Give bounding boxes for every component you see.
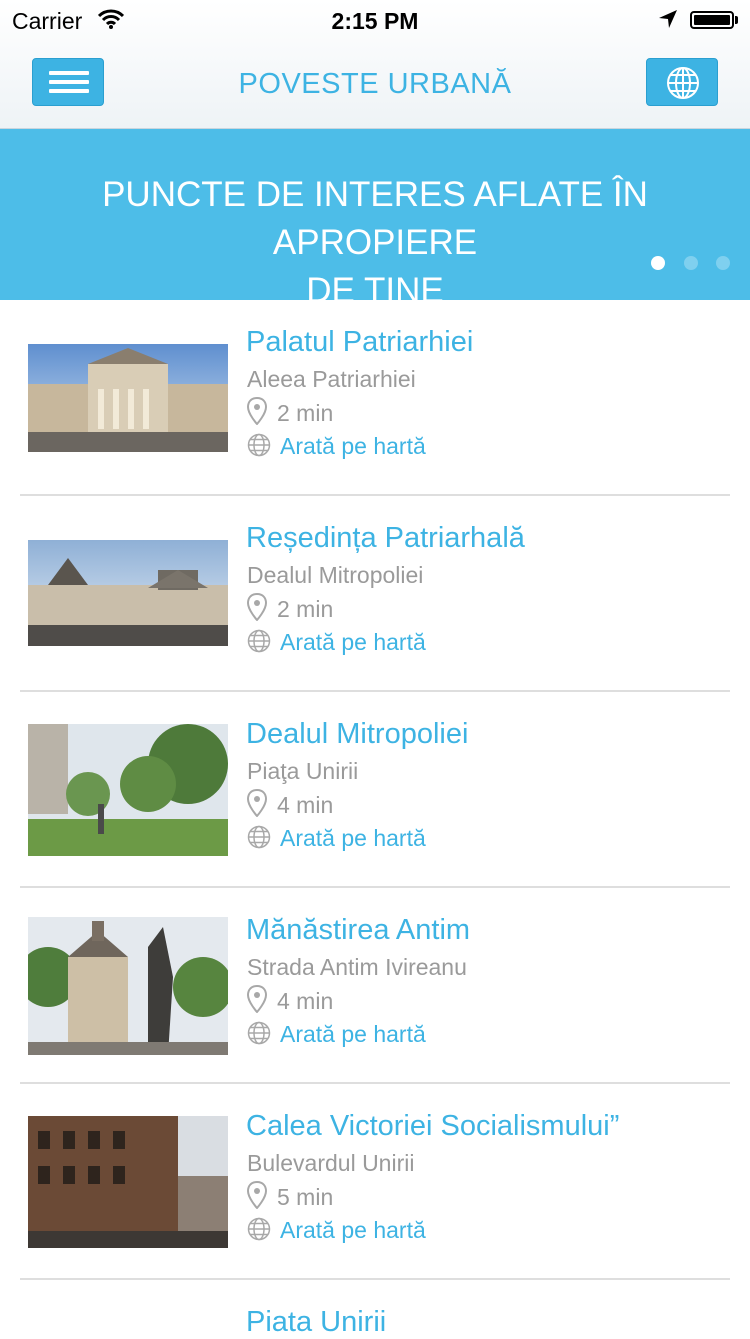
list-item[interactable]: Mănăstirea Antim Strada Antim Ivireanu 4… xyxy=(0,888,750,1084)
poi-address: Strada Antim Ivireanu xyxy=(247,954,467,980)
page-title: POVESTE URBANĂ xyxy=(238,68,512,100)
top-bar: Carrier 2:15 PM POVESTE URBANĂ xyxy=(0,0,750,129)
list-item[interactable]: Palatul Patriarhiei Aleea Patriarhiei 2 … xyxy=(0,300,750,496)
poi-address: Bulevardul Unirii xyxy=(247,1150,415,1176)
show-on-map-link[interactable]: Arată pe hartă xyxy=(280,1021,426,1048)
poi-walk-time: 2 min xyxy=(277,400,334,426)
poi-photo xyxy=(28,540,228,646)
poi-photo xyxy=(28,724,228,856)
nearby-banner[interactable]: PUNCTE DE INTERES AFLATE ÎN APROPIERE DE… xyxy=(0,129,750,310)
poi-address: Dealul Mitropoliei xyxy=(247,562,424,588)
page-dot-1[interactable] xyxy=(651,256,665,270)
status-time: 2:15 PM xyxy=(331,8,419,34)
location-pin-icon xyxy=(246,592,268,626)
poi-name[interactable]: Calea Victoriei Socialismului” xyxy=(246,1110,619,1143)
poi-name[interactable]: Dealul Mitropoliei xyxy=(246,718,468,751)
globe-icon xyxy=(247,1217,271,1246)
banner-title: PUNCTE DE INTERES AFLATE ÎN APROPIERE DE… xyxy=(0,171,750,315)
location-pin-icon xyxy=(246,788,268,822)
status-bar: Carrier 2:15 PM xyxy=(0,0,750,40)
globe-icon xyxy=(247,825,271,854)
globe-icon xyxy=(667,67,699,99)
show-on-map-link[interactable]: Arată pe hartă xyxy=(280,629,426,656)
list-item[interactable]: Piata Unirii xyxy=(0,1280,750,1338)
list-item[interactable]: Dealul Mitropoliei Piaţa Unirii 4 min Ar… xyxy=(0,692,750,888)
show-on-map-link[interactable]: Arată pe hartă xyxy=(280,433,426,460)
poi-walk-time: 2 min xyxy=(277,596,334,622)
poi-photo xyxy=(28,344,228,452)
poi-walk-time: 5 min xyxy=(277,1184,334,1210)
page-dot-2[interactable] xyxy=(684,256,698,270)
battery-icon xyxy=(690,11,734,29)
poi-address: Aleea Patriarhiei xyxy=(247,366,416,392)
battery-tip xyxy=(735,16,738,24)
globe-icon xyxy=(247,433,271,462)
location-arrow-icon xyxy=(658,8,678,35)
poi-photo xyxy=(28,1116,228,1248)
poi-address: Piaţa Unirii xyxy=(247,758,359,784)
globe-icon xyxy=(247,629,271,658)
poi-name[interactable]: Piata Unirii xyxy=(246,1306,386,1339)
language-button[interactable] xyxy=(646,58,718,106)
show-on-map-link[interactable]: Arată pe hartă xyxy=(280,825,426,852)
page-dot-3[interactable] xyxy=(716,256,730,270)
poi-name[interactable]: Reședința Patriarhală xyxy=(246,522,525,555)
location-pin-icon xyxy=(246,1180,268,1214)
show-on-map-link[interactable]: Arată pe hartă xyxy=(280,1217,426,1244)
list-item[interactable]: Reședința Patriarhală Dealul Mitropoliei… xyxy=(0,496,750,692)
location-pin-icon xyxy=(246,396,268,430)
poi-name[interactable]: Mănăstirea Antim xyxy=(246,914,470,947)
poi-name[interactable]: Palatul Patriarhiei xyxy=(246,326,473,359)
poi-walk-time: 4 min xyxy=(277,988,334,1014)
location-pin-icon xyxy=(246,984,268,1018)
banner-title-line1: PUNCTE DE INTERES AFLATE ÎN APROPIERE xyxy=(102,175,648,262)
globe-icon xyxy=(247,1021,271,1050)
list-item[interactable]: Calea Victoriei Socialismului” Bulevardu… xyxy=(0,1084,750,1280)
poi-walk-time: 4 min xyxy=(277,792,334,818)
poi-photo xyxy=(28,917,228,1055)
